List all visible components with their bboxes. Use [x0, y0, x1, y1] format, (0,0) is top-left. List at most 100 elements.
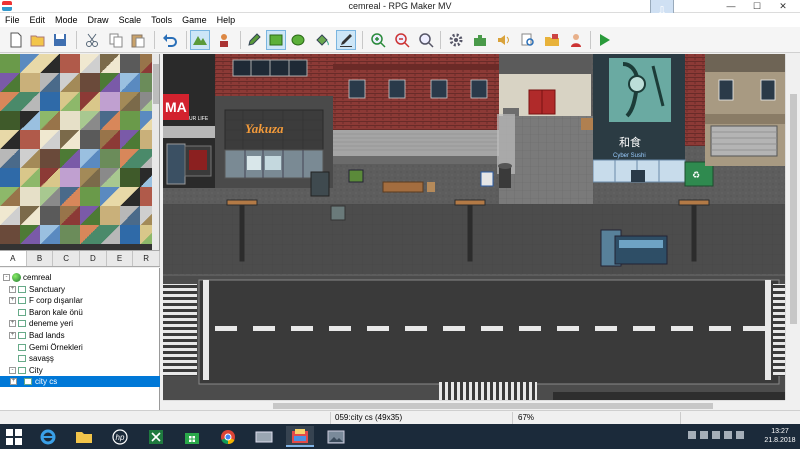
map-scene[interactable]: MA UR LIFE Yakuza 和食 Cyber Sushi ♻ [163, 54, 785, 400]
tile-swatch[interactable] [120, 168, 140, 187]
tile-swatch[interactable] [80, 54, 100, 73]
collapse-icon[interactable]: - [3, 274, 10, 281]
tile-swatch[interactable] [100, 54, 120, 73]
network-icon[interactable] [250, 426, 278, 447]
tile-swatch[interactable] [120, 92, 140, 111]
map-tree-item[interactable]: - cemreal [0, 272, 160, 283]
tile-swatch[interactable] [80, 111, 100, 130]
photo-viewer-icon[interactable] [322, 426, 350, 447]
menu-tools[interactable]: Tools [146, 13, 177, 27]
tile-swatch[interactable] [0, 54, 20, 73]
map-vertical-scrollbar[interactable] [785, 54, 800, 400]
tile-swatch[interactable] [20, 111, 40, 130]
expand-icon[interactable]: + [9, 332, 16, 339]
expand-icon[interactable]: + [10, 378, 17, 386]
tile-swatch[interactable] [40, 225, 60, 244]
keyboard-icon[interactable] [736, 431, 744, 439]
tile-swatch[interactable] [20, 187, 40, 206]
tile-grid[interactable] [0, 54, 159, 244]
open-project-button[interactable] [28, 30, 48, 50]
tile-swatch[interactable] [0, 225, 20, 244]
tile-swatch[interactable] [0, 73, 20, 92]
tile-swatch[interactable] [40, 111, 60, 130]
menu-mode[interactable]: Mode [50, 13, 83, 27]
battery-icon[interactable] [700, 431, 708, 439]
tile-swatch[interactable] [20, 130, 40, 149]
playtest-button[interactable] [594, 30, 614, 50]
zoom-out-button[interactable] [392, 30, 412, 50]
tile-swatch[interactable] [100, 168, 120, 187]
close-button[interactable]: ✕ [772, 0, 794, 13]
map-tree-item[interactable]: - City [0, 365, 160, 376]
tile-swatch[interactable] [80, 130, 100, 149]
tile-swatch[interactable] [100, 225, 120, 244]
tile-swatch[interactable] [0, 149, 20, 168]
copy-button[interactable] [106, 30, 126, 50]
tab-c[interactable]: C [53, 251, 81, 266]
map-horizontal-scrollbar[interactable] [163, 400, 785, 410]
flood-fill-button[interactable] [312, 30, 332, 50]
tab-d[interactable]: D [80, 251, 107, 266]
menu-game[interactable]: Game [177, 13, 212, 27]
tile-swatch[interactable] [80, 206, 100, 225]
cut-button[interactable] [82, 30, 102, 50]
tile-swatch[interactable] [60, 187, 80, 206]
rpg-maker-icon[interactable] [286, 426, 314, 447]
map-tree-item[interactable]: + Sanctuary [0, 284, 160, 295]
clock[interactable]: 13:27 21.8.2018 [762, 427, 798, 445]
menu-draw[interactable]: Draw [83, 13, 114, 27]
tile-swatch[interactable] [20, 206, 40, 225]
tile-swatch[interactable] [0, 111, 20, 130]
menu-scale[interactable]: Scale [114, 13, 147, 27]
resource-manager-button[interactable] [542, 30, 562, 50]
tab-r[interactable]: R [133, 251, 161, 266]
tile-swatch[interactable] [40, 187, 60, 206]
pencil-button[interactable] [244, 30, 264, 50]
zoom-in-button[interactable] [368, 30, 388, 50]
tile-swatch[interactable] [40, 73, 60, 92]
tile-swatch[interactable] [60, 111, 80, 130]
tile-swatch[interactable] [20, 225, 40, 244]
tile-swatch[interactable] [100, 206, 120, 225]
map-tree-item[interactable]: + deneme yeri [0, 318, 160, 329]
menu-edit[interactable]: Edit [25, 13, 51, 27]
chrome-icon[interactable] [214, 426, 242, 447]
tile-swatch[interactable] [40, 54, 60, 73]
store-icon[interactable] [178, 426, 206, 447]
save-project-button[interactable] [50, 30, 70, 50]
sound-test-button[interactable] [494, 30, 514, 50]
tile-swatch[interactable] [60, 149, 80, 168]
start-icon[interactable] [6, 429, 22, 445]
network-tray-icon[interactable] [712, 431, 720, 439]
tile-swatch[interactable] [20, 73, 40, 92]
tile-swatch[interactable] [120, 73, 140, 92]
zoom-actual-button[interactable] [416, 30, 436, 50]
tile-swatch[interactable] [20, 54, 40, 73]
tile-swatch[interactable] [40, 168, 60, 187]
undo-button[interactable] [160, 30, 180, 50]
tile-swatch[interactable] [0, 92, 20, 111]
map-tree-item[interactable]: + F corp dışarılar [0, 295, 160, 306]
tile-swatch[interactable] [80, 73, 100, 92]
tile-swatch[interactable] [80, 225, 100, 244]
tile-swatch[interactable] [80, 92, 100, 111]
tile-swatch[interactable] [80, 187, 100, 206]
tile-swatch[interactable] [40, 149, 60, 168]
ellipse-button[interactable] [288, 30, 308, 50]
expand-icon[interactable]: + [9, 320, 16, 328]
tile-swatch[interactable] [40, 130, 60, 149]
tile-swatch[interactable] [0, 206, 20, 225]
excel-icon[interactable] [142, 426, 170, 447]
plugin-manager-button[interactable] [470, 30, 490, 50]
chevron-up-icon[interactable] [688, 431, 696, 439]
tile-swatch[interactable] [60, 225, 80, 244]
expand-icon[interactable]: + [9, 285, 16, 293]
tab-b[interactable]: B [27, 251, 54, 266]
event-searcher-button[interactable] [518, 30, 538, 50]
map-tree-item[interactable]: + city cs [0, 376, 160, 388]
tile-swatch[interactable] [80, 149, 100, 168]
menu-help[interactable]: Help [212, 13, 241, 27]
collapse-icon[interactable]: - [9, 366, 16, 374]
tile-swatch[interactable] [0, 130, 20, 149]
tileset-scroll-thumb[interactable] [153, 64, 159, 104]
